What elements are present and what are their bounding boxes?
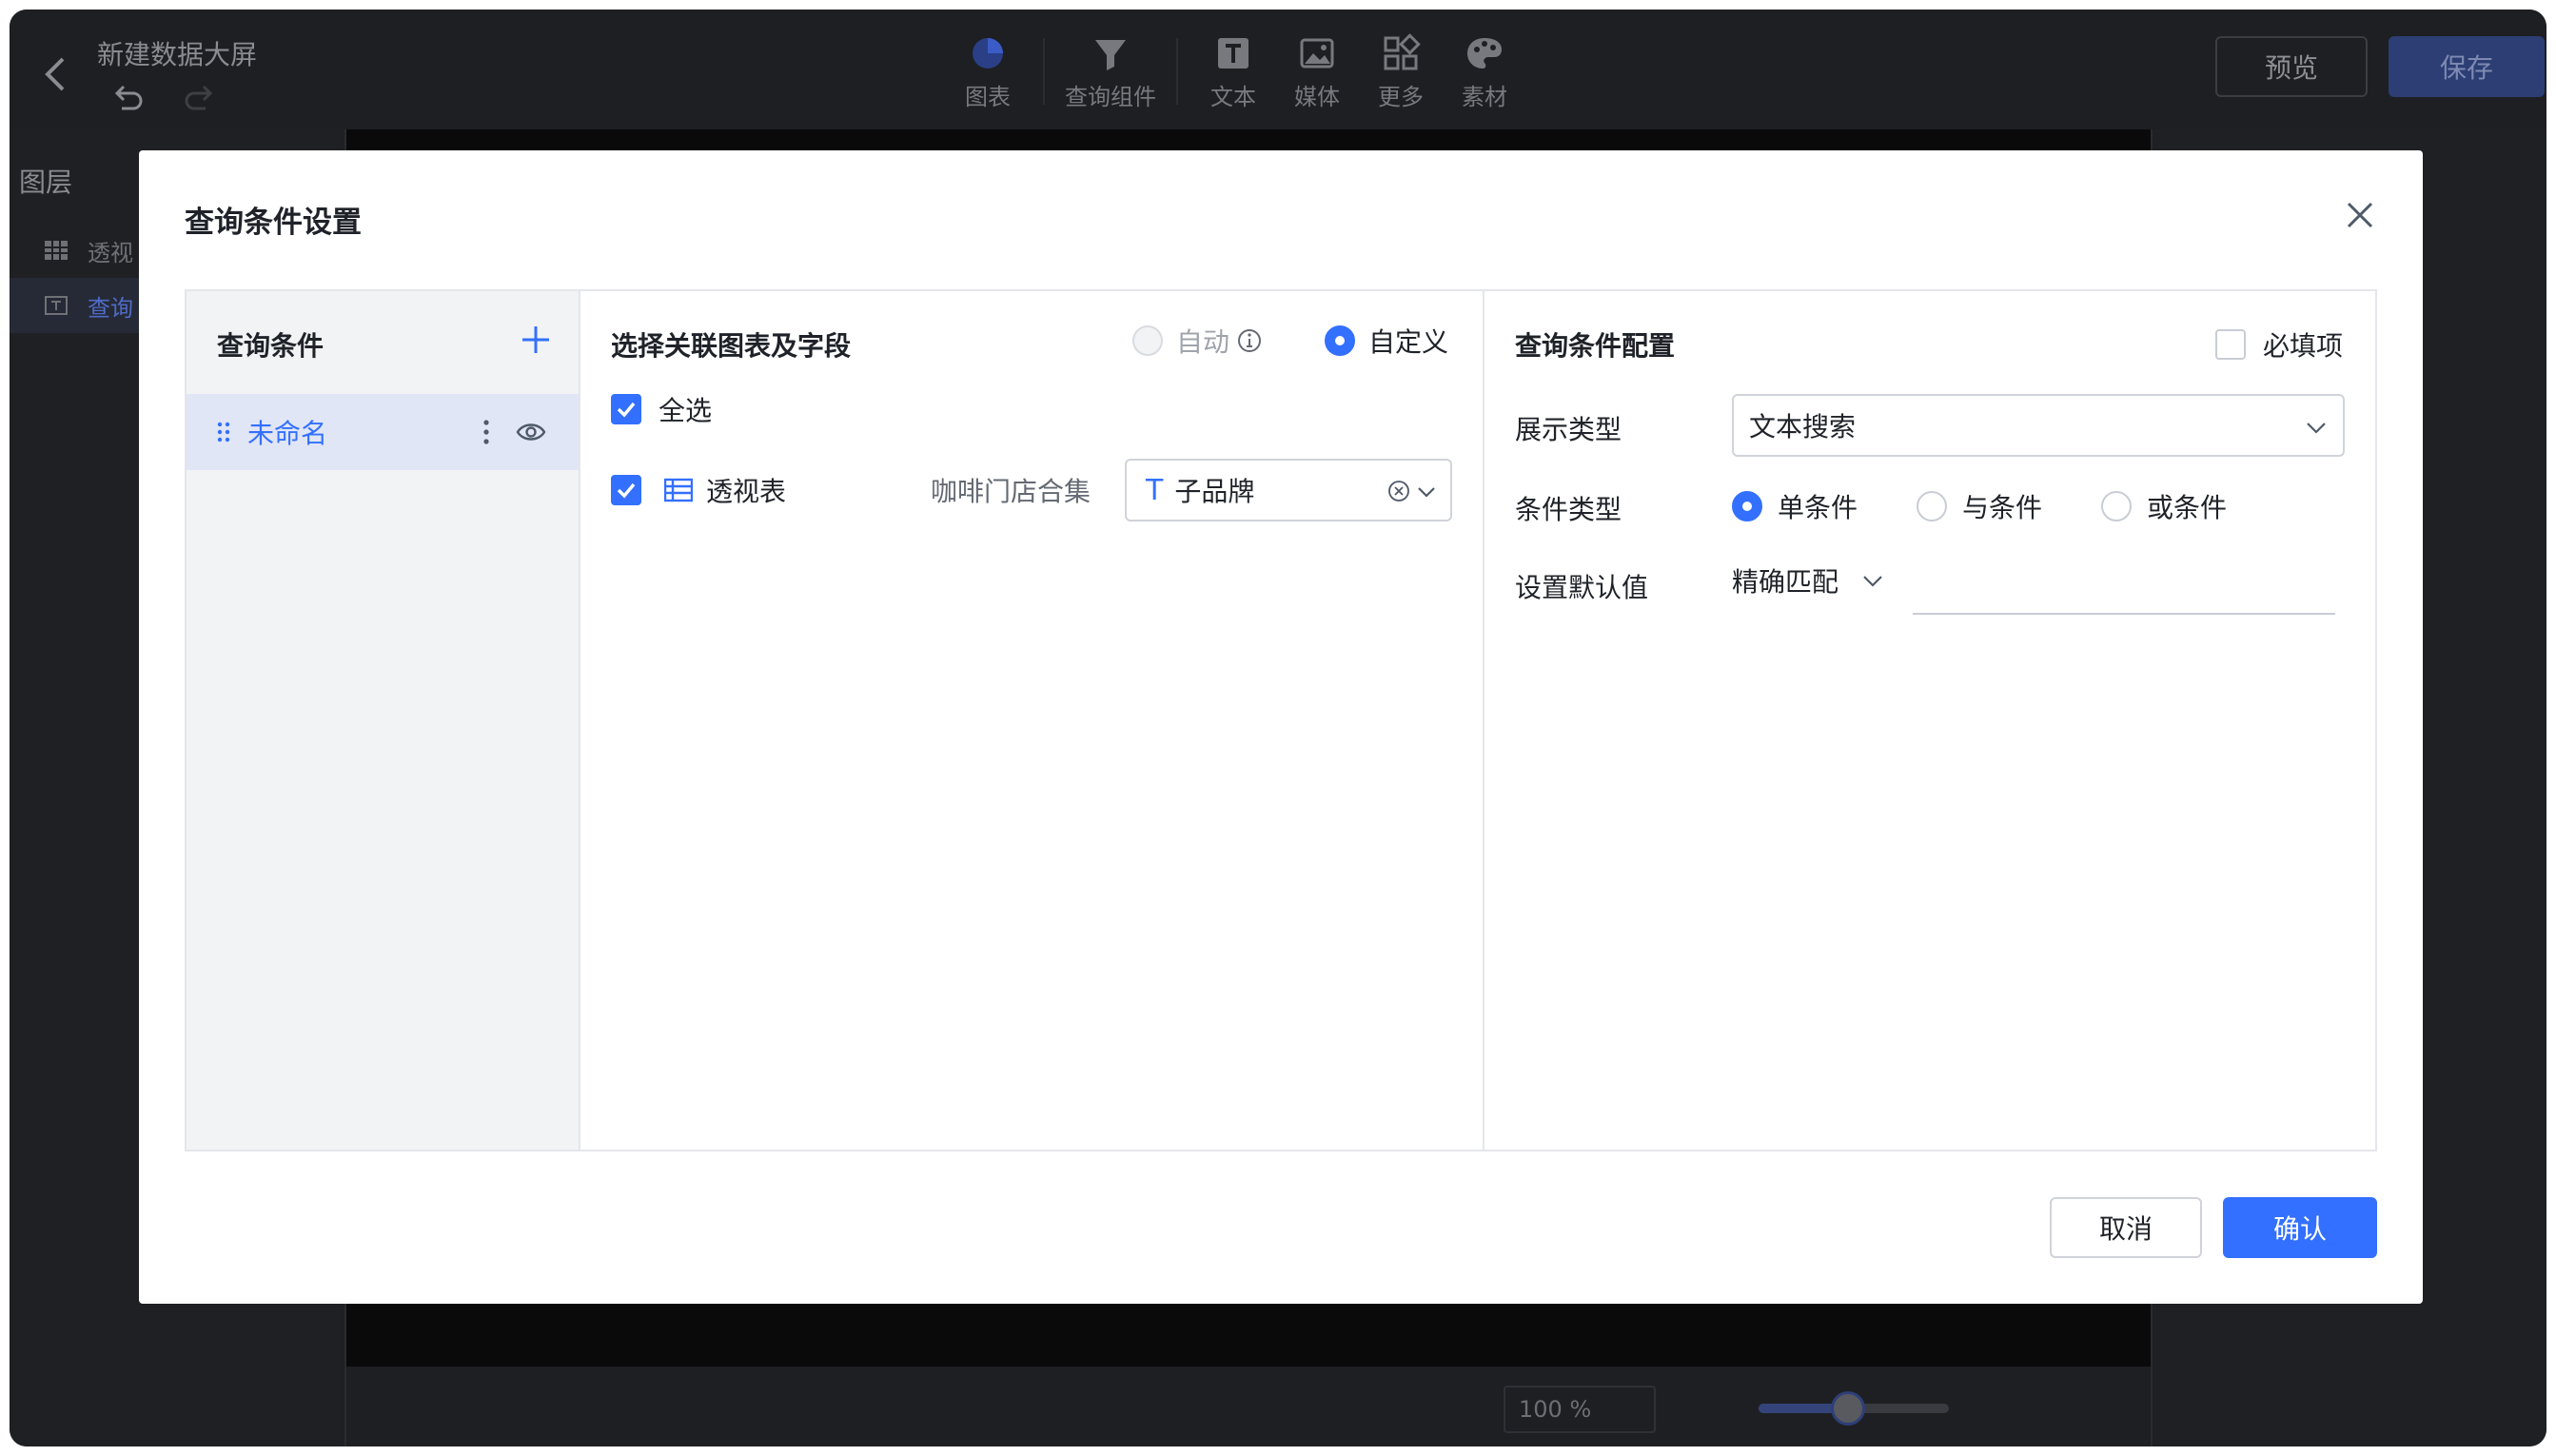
chart-row: 透视表 咖啡门店合集 T 子品牌 [611,459,1467,521]
pie-chart-icon [973,38,1003,69]
confirm-button[interactable]: 确认 [2223,1197,2377,1258]
condition-type-or[interactable]: 或条件 [2101,487,2227,525]
required-label: 必填项 [2262,330,2343,362]
display-type-select[interactable]: 文本搜索 [1732,394,2345,457]
chart-name: 透视表 [706,476,787,507]
redo-icon[interactable] [181,80,219,118]
query-settings-dialog: 查询条件设置 查询条件 未命名 选择关联图表及字段 自动 自定义 全选 透视表 … [139,150,2423,1304]
mode-auto-option[interactable]: 自动 [1132,322,1262,360]
text-field-type-icon: T [1146,473,1164,507]
field-select[interactable]: T 子品牌 [1125,459,1452,521]
text-icon [1218,38,1249,69]
drag-handle-icon[interactable] [217,421,230,443]
tool-query[interactable]: 查询组件 [1058,32,1163,111]
zoom-slider-handle[interactable] [1831,1391,1865,1426]
required-checkbox[interactable] [2214,329,2246,360]
default-value-label: 设置默认值 [1515,572,1649,603]
zoom-slider[interactable] [1759,1391,1949,1426]
palette-icon [1467,38,1502,69]
condition-item[interactable]: 未命名 [187,394,579,470]
conditions-pane: 查询条件 未命名 [187,291,580,1150]
config-pane: 查询条件配置 必填项 展示类型 文本搜索 条件类型 单条件 与条件 或条件 设置… [1484,291,2375,1150]
condition-type-group: 单条件 与条件 或条件 [1732,487,2286,525]
layers-title: 图层 [19,167,73,198]
layer-label: 查询 [88,294,133,322]
undo-icon[interactable] [108,80,147,118]
and-radio[interactable] [1917,491,1948,521]
chevron-down-icon [2307,423,2326,434]
add-icon[interactable] [520,324,552,356]
single-radio[interactable] [1732,491,1762,521]
condition-name: 未命名 [247,418,328,449]
close-icon[interactable] [2343,198,2377,232]
association-pane: 选择关联图表及字段 自动 自定义 全选 透视表 咖啡门店合集 T 子品牌 [580,291,1484,1150]
back-arrow-icon[interactable] [36,51,74,97]
check-icon [617,402,636,418]
select-all-checkbox[interactable] [611,394,641,424]
display-type-value: 文本搜索 [1749,411,1857,443]
tool-assets[interactable]: 素材 [1443,32,1526,111]
tool-media[interactable]: 媒体 [1275,32,1359,111]
condition-type-single[interactable]: 单条件 [1732,487,1858,525]
dialog-body: 查询条件 未命名 选择关联图表及字段 自动 自定义 全选 透视表 咖啡门店合集 … [185,289,2377,1151]
info-icon[interactable] [1237,328,1262,353]
toolbar: 图表 查询组件 文本 媒体 更多 素材 [946,32,1526,111]
display-type-label: 展示类型 [1515,414,1622,445]
clear-icon[interactable] [1387,480,1410,502]
tool-chart[interactable]: 图表 [946,32,1030,111]
grid-more-icon [1384,33,1421,70]
tool-more[interactable]: 更多 [1359,32,1443,111]
or-radio[interactable] [2101,491,2133,521]
mode-custom-label: 自定义 [1368,326,1449,358]
dataset-name: 咖啡门店合集 [931,476,1091,507]
condition-type-label: 条件类型 [1515,494,1622,525]
conditions-header: 查询条件 [217,330,324,362]
save-button[interactable]: 保存 [2389,36,2545,97]
chevron-down-icon [1863,576,1882,587]
toolbar-divider [1176,38,1178,105]
tool-text[interactable]: 文本 [1191,32,1275,111]
select-all-label: 全选 [659,395,713,426]
dialog-title: 查询条件设置 [185,206,362,240]
field-value: 子品牌 [1174,476,1255,507]
text-box-icon [45,296,68,315]
chevron-down-icon [1418,487,1435,498]
association-header: 选择关联图表及字段 [611,330,852,362]
top-bar: 新建数据大屏 图表 查询组件 文本 媒体 更多 素材 预览 保存 [10,10,2546,129]
mode-custom-radio[interactable] [1325,325,1356,356]
match-mode-value: 精确匹配 [1732,566,1839,598]
condition-type-and[interactable]: 与条件 [1917,487,2042,525]
mode-auto-label: 自动 [1176,326,1230,358]
preview-button[interactable]: 预览 [2215,36,2368,97]
cancel-button[interactable]: 取消 [2050,1197,2202,1258]
required-toggle[interactable]: 必填项 [2214,325,2343,364]
filter-funnel-icon [1095,40,1126,70]
check-icon [617,482,636,499]
mode-custom-option[interactable]: 自定义 [1325,322,1448,360]
more-vertical-icon[interactable] [482,417,491,447]
default-value-input[interactable] [1913,567,2335,615]
table-icon [45,241,68,260]
project-title[interactable]: 新建数据大屏 [97,34,257,72]
chart-checkbox[interactable] [611,475,641,505]
layer-label: 透视 [88,239,133,266]
eye-icon[interactable] [516,419,546,445]
toolbar-divider [1043,38,1045,105]
association-mode: 自动 自定义 [1132,322,1448,360]
mode-auto-radio[interactable] [1132,325,1163,356]
match-mode-select[interactable]: 精确匹配 [1732,561,1884,600]
zoom-input[interactable]: 100 % [1504,1386,1656,1433]
select-all-row[interactable]: 全选 [611,390,712,428]
image-icon [1300,38,1334,69]
pivot-table-icon [664,478,693,502]
config-header: 查询条件配置 [1515,330,1676,362]
